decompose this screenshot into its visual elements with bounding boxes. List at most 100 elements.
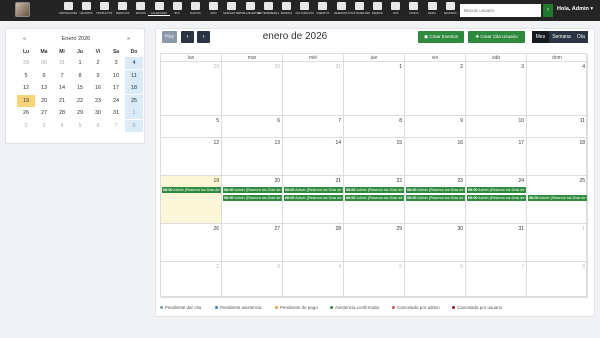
- mini-day[interactable]: 9: [89, 70, 107, 82]
- day-cell[interactable]: 15: [344, 138, 405, 176]
- day-number[interactable]: 31: [335, 64, 341, 70]
- calendar-event[interactable]: 08:00 Admin (Reserva tus Días de Surf en…: [406, 195, 465, 201]
- calendar-event[interactable]: 08:00 Admin (Reserva tus Días de Surf en…: [284, 187, 343, 193]
- calendar-event[interactable]: 08:00 Admin (Reserva tus Días de Surf en…: [406, 187, 465, 193]
- mini-day[interactable]: 8: [71, 70, 89, 82]
- day-cell[interactable]: 3: [222, 262, 283, 298]
- day-number[interactable]: 30: [457, 226, 463, 232]
- mini-day[interactable]: 30: [89, 107, 107, 119]
- mini-day[interactable]: 21: [53, 95, 71, 107]
- day-number[interactable]: 3: [277, 264, 280, 270]
- day-number[interactable]: 1: [399, 64, 402, 70]
- avatar[interactable]: [15, 2, 30, 17]
- day-cell[interactable]: 2: [405, 62, 466, 116]
- day-number[interactable]: 5: [399, 264, 402, 270]
- day-cell[interactable]: 26: [161, 224, 222, 262]
- calendar-event[interactable]: 08:00 Admin (Reserva tus Días de Surf en…: [345, 187, 404, 193]
- day-cell[interactable]: 13: [222, 138, 283, 176]
- mini-day[interactable]: 4: [125, 57, 143, 69]
- day-cell[interactable]: 8: [527, 262, 588, 298]
- mini-day[interactable]: 7: [107, 120, 125, 132]
- mini-next-button[interactable]: »: [127, 36, 130, 42]
- day-cell[interactable]: 14: [283, 138, 344, 176]
- day-number[interactable]: 26: [213, 226, 219, 232]
- day-cell[interactable]: 27: [222, 224, 283, 262]
- prev-month-button[interactable]: ‹: [181, 31, 194, 43]
- day-cell[interactable]: 6: [222, 116, 283, 138]
- mini-day[interactable]: 16: [89, 82, 107, 94]
- calendar-event[interactable]: 08:00 Admin (Reserva tus Días de Surf en…: [345, 195, 404, 201]
- mini-day[interactable]: 6: [89, 120, 107, 132]
- day-cell[interactable]: 28: [283, 224, 344, 262]
- day-cell[interactable]: 7: [466, 262, 527, 298]
- create-event-button[interactable]: ▣ Crear Eventos: [418, 31, 464, 43]
- mini-day[interactable]: 11: [125, 69, 143, 82]
- mini-day[interactable]: 30: [35, 57, 53, 69]
- day-number[interactable]: 19: [213, 178, 219, 184]
- day-number[interactable]: 9: [460, 118, 463, 124]
- day-number[interactable]: 24: [518, 178, 524, 184]
- mini-day[interactable]: 29: [17, 57, 35, 69]
- day-number[interactable]: 11: [580, 118, 585, 124]
- mini-day[interactable]: 26: [17, 107, 35, 119]
- day-cell[interactable]: 19: [161, 176, 222, 224]
- day-cell[interactable]: 7: [283, 116, 344, 138]
- user-menu[interactable]: Hola, Admin ▾: [557, 6, 593, 12]
- day-number[interactable]: 30: [274, 64, 280, 70]
- mini-day[interactable]: 14: [53, 82, 71, 94]
- mini-day[interactable]: 22: [71, 95, 89, 107]
- day-number[interactable]: 8: [582, 264, 585, 270]
- mini-day[interactable]: 3: [35, 120, 53, 132]
- day-number[interactable]: 25: [579, 178, 585, 184]
- mini-day[interactable]: 23: [89, 95, 107, 107]
- day-number[interactable]: 28: [335, 226, 341, 232]
- day-cell[interactable]: 10: [466, 116, 527, 138]
- day-cell[interactable]: 16: [405, 138, 466, 176]
- day-cell[interactable]: 8: [344, 116, 405, 138]
- day-cell[interactable]: 31: [466, 224, 527, 262]
- create-appointment-button[interactable]: ✚ Crear Cita Usuario: [468, 31, 525, 43]
- day-number[interactable]: 29: [213, 64, 219, 70]
- day-cell[interactable]: 5: [161, 116, 222, 138]
- day-number[interactable]: 4: [338, 264, 341, 270]
- calendar-event[interactable]: 08:00 Admin (Reserva tus Días de Surf en…: [223, 195, 282, 201]
- mini-day[interactable]: 1: [71, 57, 89, 69]
- next-month-button[interactable]: ›: [197, 31, 210, 43]
- search-input[interactable]: [460, 4, 541, 17]
- day-number[interactable]: 7: [338, 118, 341, 124]
- today-button[interactable]: Hoy: [162, 31, 177, 43]
- calendar-event[interactable]: 08:00 Admin (Reserva tus Días de Surf en…: [467, 187, 526, 193]
- mini-day[interactable]: 7: [53, 70, 71, 82]
- day-number[interactable]: 7: [521, 264, 524, 270]
- mini-day[interactable]: 6: [35, 70, 53, 82]
- day-number[interactable]: 2: [216, 264, 219, 270]
- day-number[interactable]: 6: [277, 118, 280, 124]
- mini-day[interactable]: 27: [35, 107, 53, 119]
- search-button[interactable]: ›: [543, 4, 553, 17]
- calendar-event[interactable]: 08:00 Admin (Reserva tus Días de Surf en…: [528, 195, 587, 201]
- day-number[interactable]: 22: [396, 178, 402, 184]
- mini-day[interactable]: 8: [125, 119, 143, 132]
- day-number[interactable]: 21: [335, 178, 341, 184]
- view-month-button[interactable]: Mes: [532, 31, 549, 43]
- mini-day[interactable]: 2: [17, 120, 35, 132]
- mini-prev-button[interactable]: «: [23, 36, 26, 42]
- day-cell[interactable]: 1: [344, 62, 405, 116]
- day-number[interactable]: 2: [460, 64, 463, 70]
- day-number[interactable]: 20: [274, 178, 280, 184]
- mini-day[interactable]: 20: [35, 95, 53, 107]
- mini-day[interactable]: 2: [89, 57, 107, 69]
- mini-day[interactable]: 10: [107, 70, 125, 82]
- day-cell[interactable]: 30: [405, 224, 466, 262]
- mini-day[interactable]: 5: [17, 70, 35, 82]
- day-number[interactable]: 29: [396, 226, 402, 232]
- day-number[interactable]: 6: [460, 264, 463, 270]
- calendar-event[interactable]: 08:00 Admin (Reserva tus Días de Surf en…: [162, 187, 221, 193]
- day-number[interactable]: 15: [396, 140, 402, 146]
- calendar-event[interactable]: 08:00 Admin (Reserva tus Días de Surf en…: [467, 195, 526, 201]
- mini-day[interactable]: 29: [71, 107, 89, 119]
- mini-day[interactable]: 19: [17, 94, 35, 107]
- day-cell[interactable]: 12: [161, 138, 222, 176]
- mini-day[interactable]: 5: [71, 120, 89, 132]
- mini-day[interactable]: 13: [35, 82, 53, 94]
